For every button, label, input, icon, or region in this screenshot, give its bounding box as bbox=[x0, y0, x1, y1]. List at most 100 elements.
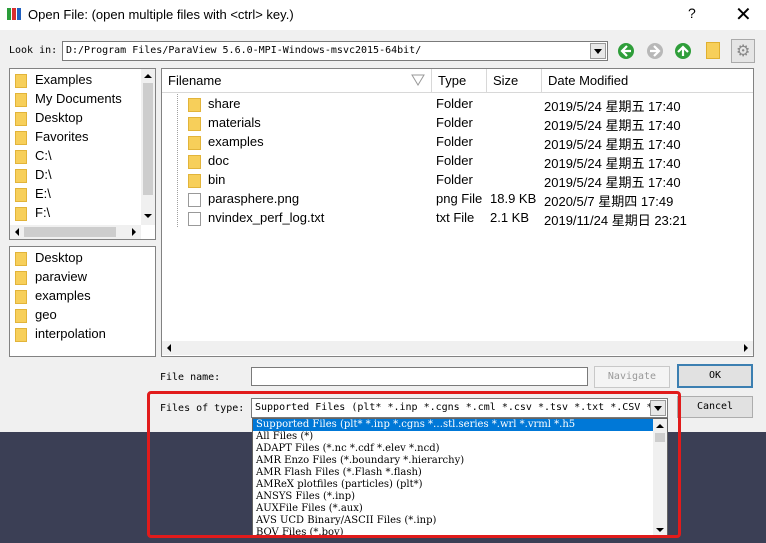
file-row[interactable]: parasphere.png png File 18.9 KB 2020/5/7 星期… bbox=[162, 190, 752, 209]
window-title: Open File: (open multiple files with <ct… bbox=[28, 7, 294, 22]
file-name: materials bbox=[208, 115, 261, 130]
favorites-vscroll[interactable] bbox=[141, 69, 155, 225]
favorite-label: F:\ bbox=[35, 205, 51, 220]
file-date: 2019/11/24 星期日 23:21 bbox=[544, 213, 687, 228]
folder-icon bbox=[188, 174, 201, 188]
column-label: Filename bbox=[168, 73, 222, 88]
file-row[interactable]: share Folder 2019/5/24 星期五 17:40 bbox=[162, 95, 752, 114]
file-row[interactable]: bin Folder 2019/5/24 星期五 17:40 bbox=[162, 171, 752, 190]
favorites-panel: Examples My Documents Desktop Favorites C:\ D… bbox=[9, 68, 156, 240]
scroll-thumb[interactable] bbox=[143, 83, 153, 195]
column-header-date-modified[interactable]: Date Modified bbox=[542, 69, 753, 93]
ok-button[interactable]: OK bbox=[677, 364, 753, 388]
file-size: 2.1 KB bbox=[490, 210, 530, 225]
navigate-button[interactable]: Navigate bbox=[594, 366, 670, 388]
file-date: 2019/5/24 星期五 17:40 bbox=[544, 137, 681, 152]
look-in-combo[interactable]: D:/Program Files/ParaView 5.6.0-MPI-Wind… bbox=[62, 41, 608, 61]
favorite-label: Examples bbox=[35, 72, 93, 87]
scroll-thumb[interactable] bbox=[24, 227, 116, 237]
file-type: Folder bbox=[436, 96, 473, 111]
close-button[interactable]: ✕ bbox=[735, 2, 752, 27]
file-row[interactable]: materials Folder 2019/5/24 星期五 17:40 bbox=[162, 114, 752, 133]
file-name: bin bbox=[208, 172, 226, 187]
column-label: Size bbox=[493, 73, 519, 88]
column-label: Type bbox=[438, 73, 467, 88]
favorite-label: C:\ bbox=[35, 148, 52, 163]
file-list-hscroll[interactable] bbox=[162, 341, 753, 355]
file-type: Folder bbox=[436, 115, 473, 130]
folder-icon bbox=[15, 169, 27, 183]
recent-label: paraview bbox=[35, 269, 88, 284]
file-date: 2019/5/24 星期五 17:40 bbox=[544, 156, 681, 171]
folder-icon bbox=[15, 112, 27, 126]
recent-label: interpolation bbox=[35, 326, 106, 341]
favorites-hscroll[interactable] bbox=[10, 225, 141, 239]
folder-icon bbox=[15, 74, 27, 88]
folder-icon bbox=[15, 131, 27, 145]
gear-icon[interactable]: ⚙ bbox=[731, 39, 755, 63]
scroll-down-arrow-icon[interactable] bbox=[141, 209, 155, 223]
file-type: Folder bbox=[436, 134, 473, 149]
folder-icon bbox=[188, 98, 201, 112]
file-date: 2019/5/24 星期五 17:40 bbox=[544, 175, 681, 190]
favorite-label: My Documents bbox=[35, 91, 122, 106]
favorite-label: D:\ bbox=[35, 167, 52, 182]
folder-icon bbox=[15, 271, 27, 285]
column-header-filename[interactable]: Filename bbox=[162, 69, 432, 93]
open-file-dialog: Open File: (open multiple files with <ct… bbox=[0, 0, 766, 432]
column-header-size[interactable]: Size bbox=[487, 69, 542, 93]
chevron-down-icon[interactable] bbox=[590, 43, 606, 59]
folder-icon bbox=[15, 188, 27, 202]
file-name: nvindex_perf_log.txt bbox=[208, 210, 325, 225]
file-row[interactable]: nvindex_perf_log.txt txt File 2.1 KB 2019/1… bbox=[162, 209, 752, 228]
folder-icon bbox=[15, 252, 27, 266]
file-size: 18.9 KB bbox=[490, 191, 537, 206]
file-row[interactable]: doc Folder 2019/5/24 星期五 17:40 bbox=[162, 152, 752, 171]
favorite-label: Favorites bbox=[35, 129, 89, 144]
column-label: Date Modified bbox=[548, 73, 629, 88]
help-button[interactable]: ? bbox=[688, 5, 696, 21]
file-name: share bbox=[208, 96, 241, 111]
file-name-input[interactable] bbox=[251, 367, 588, 386]
folder-icon bbox=[15, 290, 27, 304]
file-type: Folder bbox=[436, 153, 473, 168]
cancel-button[interactable]: Cancel bbox=[677, 396, 753, 418]
recent-panel: Desktop paraview examples geo interpolation bbox=[9, 246, 156, 357]
forward-arrow-icon[interactable] bbox=[645, 41, 665, 61]
folder-icon bbox=[188, 136, 201, 150]
folder-icon bbox=[15, 150, 27, 164]
file-row[interactable]: examples Folder 2019/5/24 星期五 17:40 bbox=[162, 133, 752, 152]
scroll-left-arrow-icon[interactable] bbox=[10, 225, 24, 239]
favorite-label: Desktop bbox=[35, 110, 83, 125]
look-in-path: D:/Program Files/ParaView 5.6.0-MPI-Wind… bbox=[66, 45, 422, 56]
scroll-up-arrow-icon[interactable] bbox=[141, 69, 155, 83]
scroll-right-arrow-icon[interactable] bbox=[127, 225, 141, 239]
folder-icon bbox=[15, 328, 27, 342]
file-date: 2020/5/7 星期四 17:49 bbox=[544, 194, 674, 209]
file-type: txt File bbox=[436, 210, 475, 225]
file-name: parasphere.png bbox=[208, 191, 300, 206]
new-folder-icon[interactable] bbox=[706, 42, 720, 59]
title-bar: Open File: (open multiple files with <ct… bbox=[0, 0, 766, 30]
folder-icon bbox=[15, 93, 27, 107]
look-in-label: Look in: bbox=[9, 45, 58, 56]
paraview-logo-icon bbox=[7, 8, 21, 20]
highlight-annotation bbox=[147, 391, 681, 538]
up-arrow-icon[interactable] bbox=[673, 41, 693, 61]
column-header-type[interactable]: Type bbox=[432, 69, 487, 93]
sort-indicator-icon bbox=[411, 74, 425, 86]
file-name: doc bbox=[208, 153, 229, 168]
back-arrow-icon[interactable] bbox=[616, 41, 636, 61]
scroll-left-arrow-icon[interactable] bbox=[162, 341, 176, 355]
folder-icon bbox=[15, 309, 27, 323]
recent-label: examples bbox=[35, 288, 91, 303]
scroll-right-arrow-icon[interactable] bbox=[739, 341, 753, 355]
file-date: 2019/5/24 星期五 17:40 bbox=[544, 99, 681, 114]
file-date: 2019/5/24 星期五 17:40 bbox=[544, 118, 681, 133]
file-name: examples bbox=[208, 134, 264, 149]
file-icon bbox=[188, 193, 201, 207]
file-name-label: File name: bbox=[160, 372, 221, 383]
file-type: png File bbox=[436, 191, 483, 206]
file-list-panel: Filename Type Size Date Modified share Fo… bbox=[161, 68, 754, 357]
file-type: Folder bbox=[436, 172, 473, 187]
